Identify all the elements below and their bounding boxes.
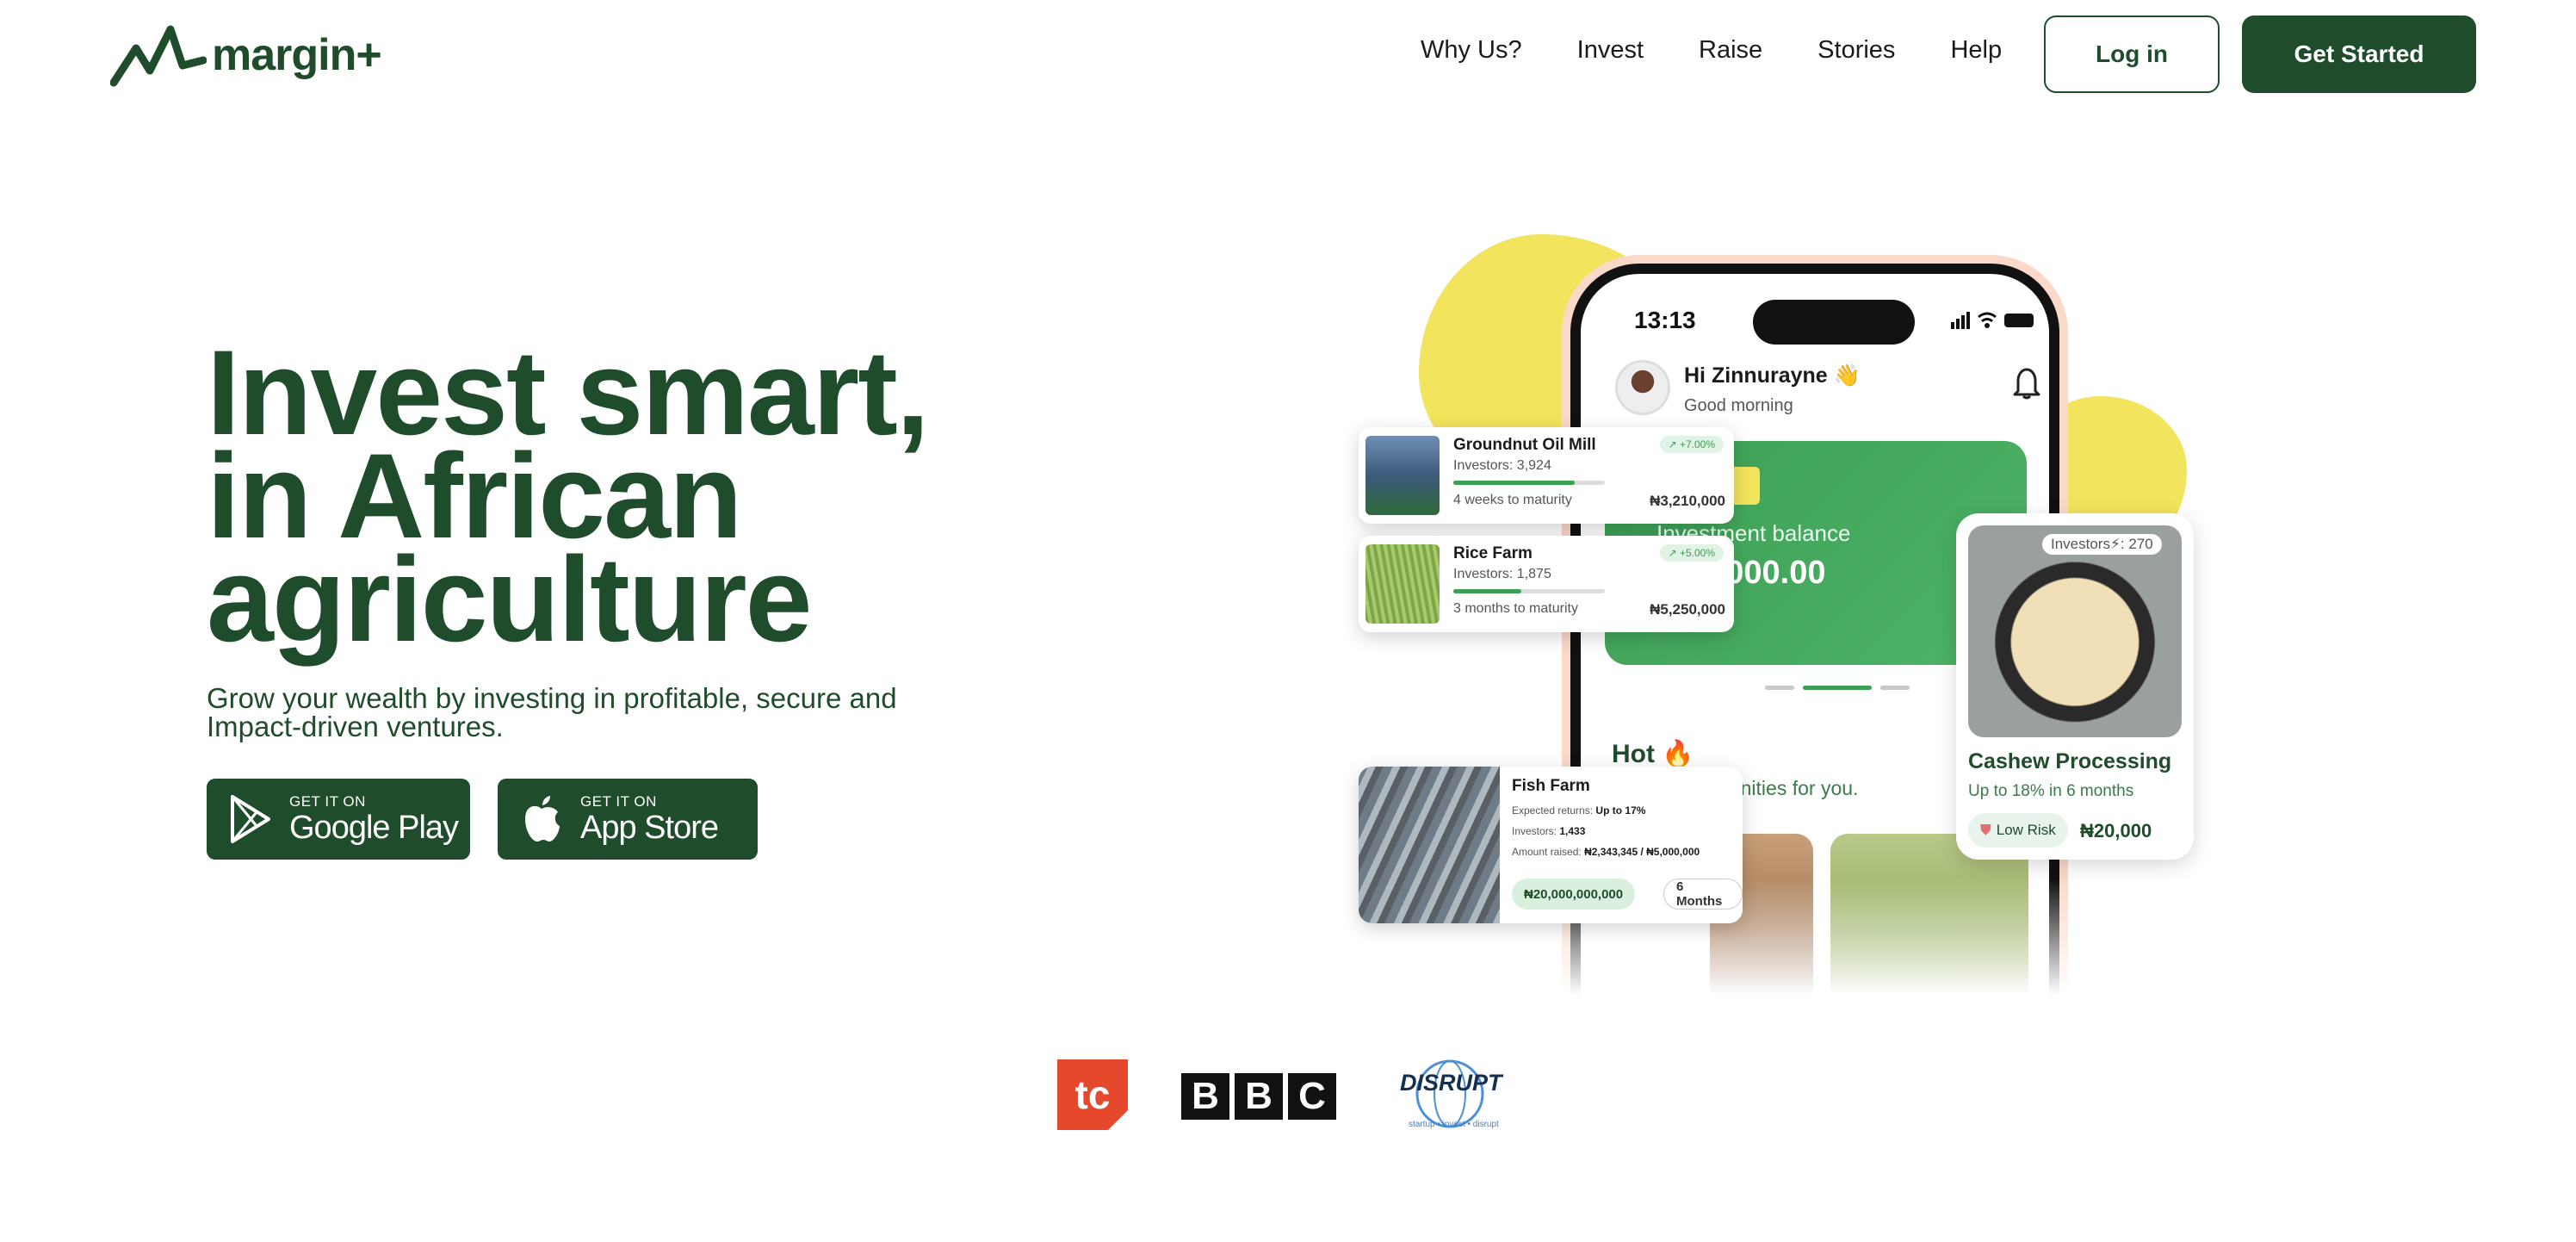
logo[interactable]: margin+ [110,22,382,88]
fish-farm-name: Fish Farm [1512,777,1590,795]
investors-label: Investors: [1512,825,1557,837]
fish-farm-raised: Amount raised: ₦2,343,345 / ₦5,000,000 [1512,846,1700,858]
status-bar-icons [1951,312,2034,329]
progress-fill [1453,481,1575,485]
investors-badge: Investors⚡: 270 [2042,534,2162,555]
app-store-text: GET IT ON App Store [580,793,719,846]
fish-farm-image [1359,767,1500,923]
greeting: Hi Zinnurayne 👋 [1684,363,1861,388]
nav-link-help[interactable]: Help [1950,36,2002,65]
google-play-text: GET IT ON Google Play [289,793,459,846]
bbc-logo: B B C [1181,1073,1336,1120]
hero-subtitle: Grow your wealth by investing in profita… [207,684,981,741]
investment-amount: ₦5,250,000 [1650,601,1725,618]
return-badge: ↗ +7.00% [1659,436,1724,453]
returns-label: Expected returns: [1512,804,1594,817]
google-play-icon [231,795,270,843]
investors-value: 1,433 [1559,825,1586,837]
shield-icon: ⛊ [1980,822,1991,838]
disrupt-africa-logo: DISRUPT startup • invest • disrupt [1395,1058,1515,1135]
bbc-letter: C [1288,1073,1336,1120]
hero-subtitle-line: Impact-driven ventures. [207,711,504,742]
progress-bar [1453,589,1605,593]
cashew-card: Investors⚡: 270 Cashew Processing Up to … [1956,513,2194,860]
nav-links: Why Us? Invest Raise Stories Help [1421,36,2057,65]
investment-investors: Investors: 3,924 [1453,458,1551,473]
login-button[interactable]: Log in [2044,16,2220,93]
carousel-dot [1765,686,1794,690]
investment-name: Rice Farm [1453,544,1533,562]
disrupt-tagline: startup • invest • disrupt [1409,1120,1499,1129]
bell-icon [2013,368,2040,400]
app-preview-illustration: 13:13 Hi Zinnurayne 👋 Good morning Inves… [1343,224,2256,1034]
cashew-name: Cashew Processing [1968,749,2172,773]
returns-value: Up to 17% [1595,804,1646,817]
investment-card: Groundnut Oil Mill Investors: 3,924 4 we… [1359,427,1734,524]
techcabal-logo: tc [1057,1059,1128,1130]
cashew-image [1968,525,2182,737]
nav-link-invest[interactable]: Invest [1577,36,1644,65]
fish-farm-card: Fish Farm Expected returns: Up to 17% In… [1359,767,1743,923]
investment-image [1365,544,1440,624]
hot-section-title: Hot 🔥 [1612,740,1694,768]
hero-subtitle-line: Grow your wealth by investing in profita… [207,682,897,714]
duration-pill: 6 Months [1663,879,1743,910]
return-badge: ↗ +5.00% [1659,544,1724,562]
fish-farm-returns: Expected returns: Up to 17% [1512,804,1645,817]
investment-card: Rice Farm Investors: 1,875 3 months to m… [1359,536,1734,632]
progress-fill [1453,589,1522,593]
investment-name: Groundnut Oil Mill [1453,436,1596,454]
investment-maturity: 3 months to maturity [1453,601,1578,616]
hero-title: Invest smart, in African agriculture [207,332,1068,660]
app-store-button[interactable]: GET IT ON App Store [498,779,758,860]
amount-pill: ₦20,000,000,000 [1512,879,1636,910]
logo-text: margin+ [212,30,382,80]
investment-maturity: 4 weeks to maturity [1453,493,1572,507]
hero-title-line: agriculture [207,531,813,667]
carousel-dot-active [1803,686,1872,690]
greeting-subtitle: Good morning [1684,396,1793,415]
cashew-amount: ₦20,000 [2080,820,2152,841]
progress-bar [1453,481,1605,485]
google-play-button[interactable]: GET IT ON Google Play [207,779,470,860]
top-nav: margin+ Why Us? Invest Raise Stories Hel… [0,0,2576,107]
nav-link-stories[interactable]: Stories [1817,36,1895,65]
nav-link-raise[interactable]: Raise [1699,36,1762,65]
avatar [1615,360,1670,415]
apple-icon [525,796,560,841]
store-big-label: Google Play [289,810,459,846]
dynamic-island [1753,300,1915,345]
get-started-button[interactable]: Get Started [2242,16,2476,93]
risk-badge: ⛊ Low Risk [1968,813,2068,848]
store-small-label: GET IT ON [580,793,657,810]
bbc-letter: B [1235,1073,1283,1120]
nav-link-why-us[interactable]: Why Us? [1421,36,1522,65]
logo-mark-icon [110,25,207,87]
risk-label: Low Risk [1996,822,2056,838]
raised-value: ₦2,343,345 / ₦5,000,000 [1584,846,1700,858]
cashew-returns: Up to 18% in 6 months [1968,782,2134,800]
raised-label: Amount raised: [1512,846,1582,858]
store-big-label: App Store [580,810,719,846]
store-small-label: GET IT ON [289,793,366,810]
carousel-dot [1880,686,1910,690]
disrupt-wordmark: DISRUPT [1400,1070,1502,1096]
investment-image [1365,436,1440,515]
fish-farm-investors: Investors: 1,433 [1512,825,1585,837]
investment-investors: Investors: 1,875 [1453,567,1551,581]
status-time: 13:13 [1634,307,1696,333]
carousel-dots [1765,686,1910,690]
bbc-letter: B [1181,1073,1229,1120]
investment-amount: ₦3,210,000 [1650,493,1725,509]
